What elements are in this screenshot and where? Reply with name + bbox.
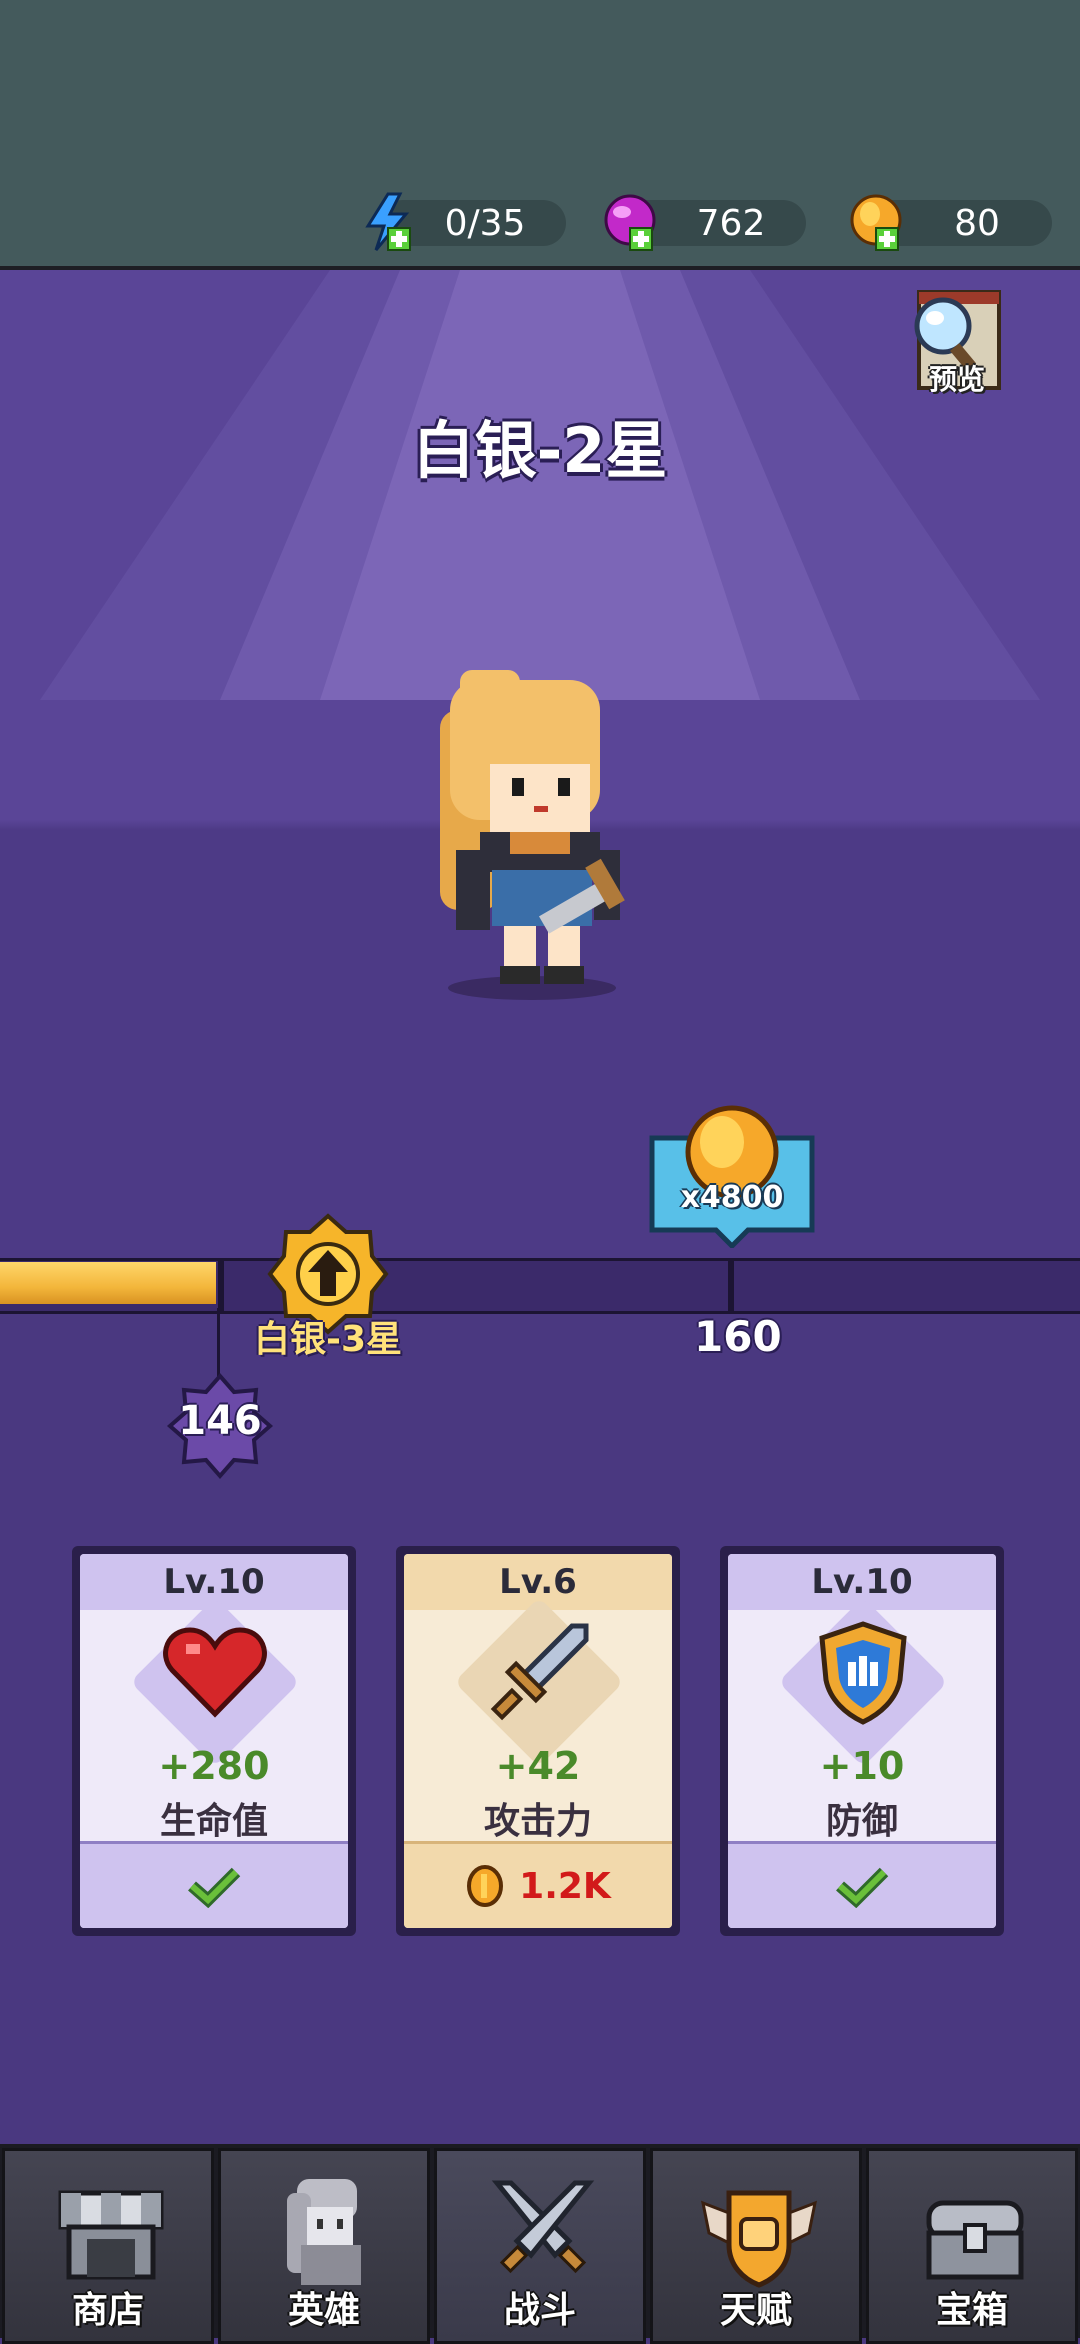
rank-title: 白银-2星 [412, 414, 668, 487]
status-bar: 0/35 762 80 [0, 0, 1080, 270]
upgrade-card-hp[interactable]: Lv.10 +280 生命值 [72, 1546, 356, 1936]
card-status [728, 1841, 996, 1928]
progress-tick-milestone [728, 1258, 734, 1314]
nav-item-hero[interactable]: 英雄 [218, 2148, 430, 2344]
upgrade-cost: 1.2K [519, 1865, 611, 1907]
upgrade-card-defense[interactable]: Lv.10 +10 防御 [720, 1546, 1004, 1936]
nav-item-battle[interactable]: 战斗 [434, 2148, 646, 2344]
card-bonus: +10 [819, 1744, 905, 1788]
next-rank-label: 白银-3星 [254, 1319, 402, 1360]
bottom-nav: 商店 英雄 战斗 天赋 宝箱 [0, 2144, 1080, 2344]
current-score-value: 146 [178, 1398, 262, 1444]
sword-icon [490, 1623, 589, 1721]
gem-value: 762 [696, 202, 766, 244]
nav-item-talent[interactable]: 天赋 [650, 2148, 862, 2344]
checkmark-icon [188, 1867, 241, 1908]
coin-value: 80 [954, 202, 1000, 244]
next-milestone-value: 160 [694, 1312, 782, 1361]
chest-icon [926, 2200, 1024, 2280]
card-stat: 生命值 [159, 1801, 268, 1842]
coin-reward-badge[interactable] [644, 1098, 820, 1248]
progress-tick-current [218, 1258, 224, 1314]
checkmark-icon [836, 1867, 889, 1908]
coin-icon[interactable] [846, 190, 910, 254]
nav-label: 天赋 [719, 2290, 792, 2331]
upgrade-card-attack[interactable]: Lv.6 +42 攻击力 1.2K [396, 1546, 680, 1936]
card-bonus: +42 [495, 1744, 581, 1788]
preview-label[interactable]: 预览 [912, 358, 1002, 398]
card-status [80, 1841, 348, 1928]
gem-icon[interactable] [600, 190, 664, 254]
nav-item-chest[interactable]: 宝箱 [866, 2148, 1078, 2344]
reward-amount: x4800 [680, 1180, 784, 1215]
energy-icon[interactable] [358, 190, 422, 254]
nav-label: 英雄 [287, 2290, 360, 2331]
nav-label: 宝箱 [935, 2290, 1008, 2331]
upgrade-cost-button[interactable]: 1.2K [404, 1841, 672, 1928]
nav-label: 商店 [71, 2290, 144, 2331]
energy-value: 0/35 [444, 202, 526, 244]
card-stat: 攻击力 [483, 1801, 592, 1842]
shop-icon [58, 2190, 164, 2280]
heart-icon [163, 1627, 267, 1718]
card-stat: 防御 [825, 1801, 898, 1842]
crossed-swords-icon [491, 2180, 595, 2274]
nav-item-shop[interactable]: 商店 [2, 2148, 214, 2344]
coin-icon [467, 1865, 504, 1907]
card-bonus: +280 [158, 1744, 270, 1788]
shield-icon [819, 1621, 907, 1725]
hero-sprite [440, 670, 625, 1000]
nav-label: 战斗 [503, 2290, 576, 2331]
rank-progress-fill [0, 1262, 216, 1304]
hero-icon [287, 2179, 361, 2285]
current-pointer-line [217, 1308, 220, 1378]
talent-fist-icon [700, 2190, 818, 2288]
